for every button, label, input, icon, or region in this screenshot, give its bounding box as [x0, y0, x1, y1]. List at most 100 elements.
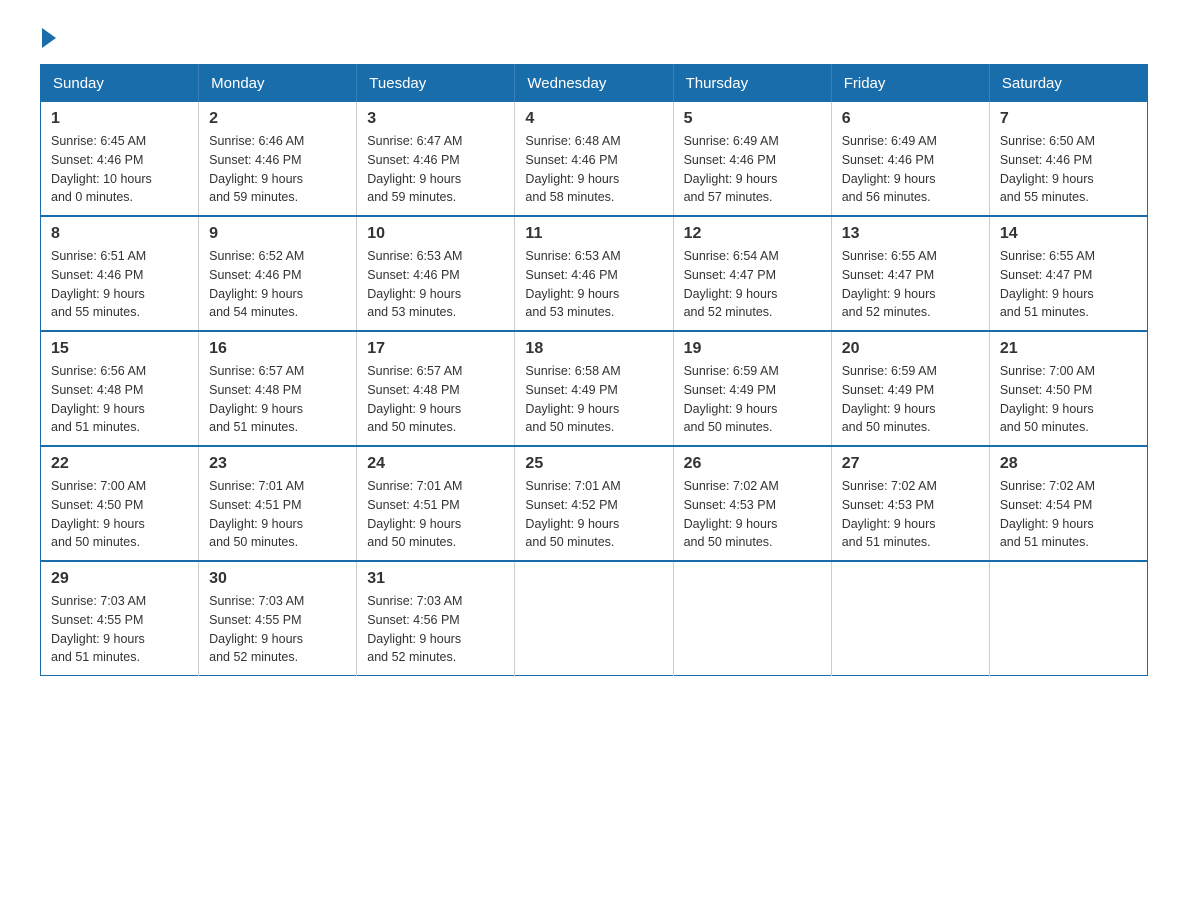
calendar-cell: 3 Sunrise: 6:47 AMSunset: 4:46 PMDayligh… [357, 102, 515, 216]
calendar-cell: 25 Sunrise: 7:01 AMSunset: 4:52 PMDaylig… [515, 446, 673, 561]
calendar-cell: 10 Sunrise: 6:53 AMSunset: 4:46 PMDaylig… [357, 216, 515, 331]
calendar-cell: 11 Sunrise: 6:53 AMSunset: 4:46 PMDaylig… [515, 216, 673, 331]
calendar-cell: 1 Sunrise: 6:45 AMSunset: 4:46 PMDayligh… [41, 102, 199, 216]
day-number: 22 [51, 455, 188, 473]
day-number: 10 [367, 225, 504, 243]
day-of-week-header: Wednesday [515, 65, 673, 103]
calendar-cell: 19 Sunrise: 6:59 AMSunset: 4:49 PMDaylig… [673, 331, 831, 446]
day-number: 30 [209, 570, 346, 588]
days-of-week-row: SundayMondayTuesdayWednesdayThursdayFrid… [41, 65, 1148, 103]
day-number: 24 [367, 455, 504, 473]
day-info: Sunrise: 7:02 AMSunset: 4:53 PMDaylight:… [684, 477, 821, 552]
day-number: 4 [525, 110, 662, 128]
day-number: 23 [209, 455, 346, 473]
calendar-cell: 8 Sunrise: 6:51 AMSunset: 4:46 PMDayligh… [41, 216, 199, 331]
day-number: 1 [51, 110, 188, 128]
calendar-cell: 7 Sunrise: 6:50 AMSunset: 4:46 PMDayligh… [989, 102, 1147, 216]
day-info: Sunrise: 6:45 AMSunset: 4:46 PMDaylight:… [51, 132, 188, 207]
calendar-week-row: 8 Sunrise: 6:51 AMSunset: 4:46 PMDayligh… [41, 216, 1148, 331]
day-number: 29 [51, 570, 188, 588]
logo-arrow-icon [42, 28, 56, 48]
day-info: Sunrise: 7:02 AMSunset: 4:53 PMDaylight:… [842, 477, 979, 552]
day-number: 11 [525, 225, 662, 243]
calendar-cell: 28 Sunrise: 7:02 AMSunset: 4:54 PMDaylig… [989, 446, 1147, 561]
calendar-table: SundayMondayTuesdayWednesdayThursdayFrid… [40, 64, 1148, 676]
day-info: Sunrise: 7:01 AMSunset: 4:51 PMDaylight:… [209, 477, 346, 552]
page-header [40, 30, 1148, 44]
calendar-cell: 15 Sunrise: 6:56 AMSunset: 4:48 PMDaylig… [41, 331, 199, 446]
day-number: 15 [51, 340, 188, 358]
day-of-week-header: Monday [199, 65, 357, 103]
calendar-week-row: 1 Sunrise: 6:45 AMSunset: 4:46 PMDayligh… [41, 102, 1148, 216]
day-number: 19 [684, 340, 821, 358]
calendar-cell: 23 Sunrise: 7:01 AMSunset: 4:51 PMDaylig… [199, 446, 357, 561]
day-info: Sunrise: 6:55 AMSunset: 4:47 PMDaylight:… [842, 247, 979, 322]
calendar-week-row: 15 Sunrise: 6:56 AMSunset: 4:48 PMDaylig… [41, 331, 1148, 446]
day-info: Sunrise: 6:49 AMSunset: 4:46 PMDaylight:… [842, 132, 979, 207]
calendar-cell: 9 Sunrise: 6:52 AMSunset: 4:46 PMDayligh… [199, 216, 357, 331]
day-info: Sunrise: 6:53 AMSunset: 4:46 PMDaylight:… [367, 247, 504, 322]
day-info: Sunrise: 6:46 AMSunset: 4:46 PMDaylight:… [209, 132, 346, 207]
calendar-week-row: 22 Sunrise: 7:00 AMSunset: 4:50 PMDaylig… [41, 446, 1148, 561]
day-info: Sunrise: 6:48 AMSunset: 4:46 PMDaylight:… [525, 132, 662, 207]
calendar-cell: 30 Sunrise: 7:03 AMSunset: 4:55 PMDaylig… [199, 561, 357, 676]
day-of-week-header: Tuesday [357, 65, 515, 103]
day-number: 27 [842, 455, 979, 473]
day-number: 28 [1000, 455, 1137, 473]
day-info: Sunrise: 6:52 AMSunset: 4:46 PMDaylight:… [209, 247, 346, 322]
day-number: 26 [684, 455, 821, 473]
day-number: 21 [1000, 340, 1137, 358]
calendar-cell: 31 Sunrise: 7:03 AMSunset: 4:56 PMDaylig… [357, 561, 515, 676]
calendar-cell [831, 561, 989, 676]
day-number: 2 [209, 110, 346, 128]
day-number: 12 [684, 225, 821, 243]
day-of-week-header: Thursday [673, 65, 831, 103]
calendar-cell: 20 Sunrise: 6:59 AMSunset: 4:49 PMDaylig… [831, 331, 989, 446]
calendar-week-row: 29 Sunrise: 7:03 AMSunset: 4:55 PMDaylig… [41, 561, 1148, 676]
day-info: Sunrise: 6:58 AMSunset: 4:49 PMDaylight:… [525, 362, 662, 437]
day-info: Sunrise: 6:57 AMSunset: 4:48 PMDaylight:… [209, 362, 346, 437]
logo [40, 30, 56, 44]
day-number: 7 [1000, 110, 1137, 128]
day-number: 6 [842, 110, 979, 128]
day-of-week-header: Friday [831, 65, 989, 103]
day-number: 20 [842, 340, 979, 358]
day-number: 31 [367, 570, 504, 588]
day-info: Sunrise: 6:56 AMSunset: 4:48 PMDaylight:… [51, 362, 188, 437]
calendar-cell [989, 561, 1147, 676]
calendar-cell: 5 Sunrise: 6:49 AMSunset: 4:46 PMDayligh… [673, 102, 831, 216]
calendar-cell: 24 Sunrise: 7:01 AMSunset: 4:51 PMDaylig… [357, 446, 515, 561]
calendar-cell [673, 561, 831, 676]
calendar-cell: 14 Sunrise: 6:55 AMSunset: 4:47 PMDaylig… [989, 216, 1147, 331]
day-info: Sunrise: 6:59 AMSunset: 4:49 PMDaylight:… [684, 362, 821, 437]
day-number: 9 [209, 225, 346, 243]
calendar-body: 1 Sunrise: 6:45 AMSunset: 4:46 PMDayligh… [41, 102, 1148, 676]
calendar-cell: 29 Sunrise: 7:03 AMSunset: 4:55 PMDaylig… [41, 561, 199, 676]
day-info: Sunrise: 6:47 AMSunset: 4:46 PMDaylight:… [367, 132, 504, 207]
day-of-week-header: Sunday [41, 65, 199, 103]
day-number: 14 [1000, 225, 1137, 243]
day-info: Sunrise: 6:57 AMSunset: 4:48 PMDaylight:… [367, 362, 504, 437]
day-number: 16 [209, 340, 346, 358]
calendar-cell: 13 Sunrise: 6:55 AMSunset: 4:47 PMDaylig… [831, 216, 989, 331]
day-info: Sunrise: 6:53 AMSunset: 4:46 PMDaylight:… [525, 247, 662, 322]
day-info: Sunrise: 7:03 AMSunset: 4:56 PMDaylight:… [367, 592, 504, 667]
calendar-cell [515, 561, 673, 676]
day-number: 25 [525, 455, 662, 473]
day-info: Sunrise: 7:02 AMSunset: 4:54 PMDaylight:… [1000, 477, 1137, 552]
day-of-week-header: Saturday [989, 65, 1147, 103]
day-number: 3 [367, 110, 504, 128]
day-info: Sunrise: 7:01 AMSunset: 4:52 PMDaylight:… [525, 477, 662, 552]
calendar-header: SundayMondayTuesdayWednesdayThursdayFrid… [41, 65, 1148, 103]
calendar-cell: 18 Sunrise: 6:58 AMSunset: 4:49 PMDaylig… [515, 331, 673, 446]
day-info: Sunrise: 6:55 AMSunset: 4:47 PMDaylight:… [1000, 247, 1137, 322]
calendar-cell: 12 Sunrise: 6:54 AMSunset: 4:47 PMDaylig… [673, 216, 831, 331]
day-info: Sunrise: 7:01 AMSunset: 4:51 PMDaylight:… [367, 477, 504, 552]
calendar-cell: 26 Sunrise: 7:02 AMSunset: 4:53 PMDaylig… [673, 446, 831, 561]
calendar-cell: 6 Sunrise: 6:49 AMSunset: 4:46 PMDayligh… [831, 102, 989, 216]
day-number: 8 [51, 225, 188, 243]
day-info: Sunrise: 6:51 AMSunset: 4:46 PMDaylight:… [51, 247, 188, 322]
day-number: 13 [842, 225, 979, 243]
day-info: Sunrise: 7:03 AMSunset: 4:55 PMDaylight:… [51, 592, 188, 667]
day-number: 17 [367, 340, 504, 358]
